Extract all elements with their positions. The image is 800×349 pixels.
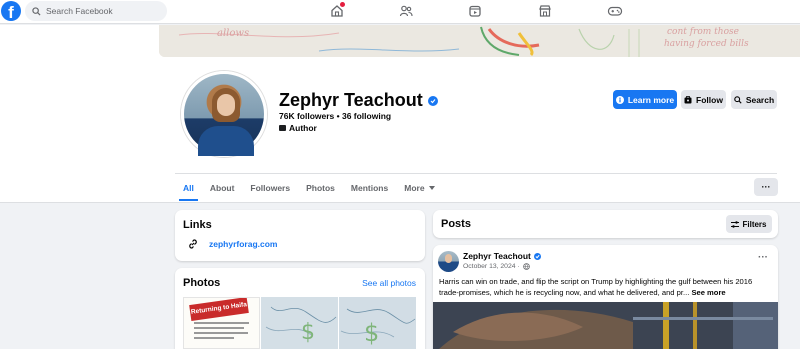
- tab-more[interactable]: More: [396, 175, 442, 201]
- search-box[interactable]: [25, 1, 167, 21]
- tab-about[interactable]: About: [202, 175, 243, 201]
- briefcase-icon: [279, 125, 286, 131]
- top-navigation-bar: f: [0, 0, 800, 24]
- search-input[interactable]: [46, 6, 156, 16]
- post-author[interactable]: Zephyr Teachout: [463, 251, 541, 261]
- link-icon: [189, 239, 197, 249]
- tab-followers[interactable]: Followers: [242, 175, 298, 201]
- svg-text:$: $: [301, 320, 315, 345]
- follower-stats[interactable]: 76K followers • 36 following: [279, 111, 391, 121]
- posts-title: Posts: [441, 218, 471, 230]
- friends-icon[interactable]: [398, 3, 414, 19]
- links-title: Links: [183, 219, 212, 231]
- profile-category: Author: [279, 123, 317, 133]
- gaming-icon[interactable]: [607, 3, 623, 19]
- facebook-logo[interactable]: f: [1, 1, 21, 21]
- links-card: Links zephyrforag.com: [175, 210, 425, 261]
- avatar-body: [198, 126, 254, 156]
- tab-all[interactable]: All: [175, 175, 202, 201]
- see-more-link[interactable]: See more: [691, 288, 725, 297]
- verified-badge-icon: [427, 95, 438, 106]
- verified-badge-icon: [533, 252, 541, 260]
- cover-photo[interactable]: allows cont from those having forced bil…: [159, 25, 800, 57]
- cover-scribble: cont from those: [667, 27, 739, 37]
- tabs-divider: [175, 173, 777, 174]
- info-icon: [615, 95, 624, 104]
- notification-dot: [340, 2, 345, 7]
- photo-thumbnail[interactable]: $: [339, 297, 416, 349]
- see-all-photos-link[interactable]: See all photos: [362, 278, 416, 288]
- filters-label: Filters: [742, 219, 767, 229]
- tab-more-label: More: [404, 183, 425, 193]
- post-body: Harris can win on trade, and flip the sc…: [439, 276, 774, 298]
- profile-name: Zephyr Teachout: [279, 90, 423, 110]
- posts-header-card: Posts Filters: [433, 210, 778, 238]
- profile-tabs: All About Followers Photos Mentions More: [175, 175, 443, 201]
- search-page-button[interactable]: Search: [731, 90, 777, 109]
- post-author-avatar[interactable]: [438, 251, 459, 272]
- post-options-ellipsis-icon[interactable]: ···: [758, 252, 768, 263]
- photos-title: Photos: [183, 277, 221, 289]
- photo-artwork: $: [339, 297, 416, 349]
- category-label: Author: [289, 123, 317, 133]
- caret-down-icon: [428, 186, 435, 190]
- search-icon: [734, 95, 742, 104]
- cover-scribble: having forced bills: [664, 39, 749, 49]
- filters-button[interactable]: Filters: [726, 215, 772, 233]
- page-title: Zephyr Teachout: [279, 90, 438, 111]
- marketplace-icon[interactable]: [537, 3, 553, 19]
- search-page-label: Search: [745, 94, 775, 105]
- website-link[interactable]: zephyrforag.com: [209, 239, 278, 249]
- learn-more-button[interactable]: Learn more: [613, 90, 677, 109]
- filters-icon: [731, 220, 740, 228]
- home-icon[interactable]: [329, 2, 345, 19]
- follow-label: Follow: [696, 94, 723, 105]
- photo-thumbnail[interactable]: Returning to Haifa: [183, 297, 260, 349]
- tab-photos[interactable]: Photos: [298, 175, 343, 201]
- post-author-name: Zephyr Teachout: [463, 251, 531, 261]
- follow-icon: [684, 95, 692, 104]
- photo-artwork: $: [261, 297, 338, 349]
- cover-scribble: allows: [217, 28, 250, 39]
- book-title: Returning to Haifa: [189, 298, 249, 321]
- profile-picture[interactable]: [181, 71, 267, 157]
- profile-header: allows cont from those having forced bil…: [0, 25, 800, 203]
- follow-button[interactable]: Follow: [681, 90, 726, 109]
- avatar-face: [217, 94, 235, 116]
- svg-text:$: $: [364, 319, 379, 347]
- globe-icon: [522, 263, 530, 270]
- video-icon[interactable]: [467, 3, 483, 19]
- post-image[interactable]: [433, 302, 778, 349]
- post-date[interactable]: October 13, 2024 ·: [463, 263, 520, 270]
- tab-mentions[interactable]: Mentions: [343, 175, 396, 201]
- photo-thumbnail[interactable]: $: [261, 297, 338, 349]
- learn-more-label: Learn more: [627, 94, 675, 105]
- post-image-graphic: [433, 302, 778, 349]
- post-meta: October 13, 2024 ·: [463, 263, 530, 270]
- search-icon: [32, 6, 41, 16]
- more-options-button[interactable]: ···: [754, 178, 778, 196]
- ellipsis-icon: ···: [761, 182, 771, 192]
